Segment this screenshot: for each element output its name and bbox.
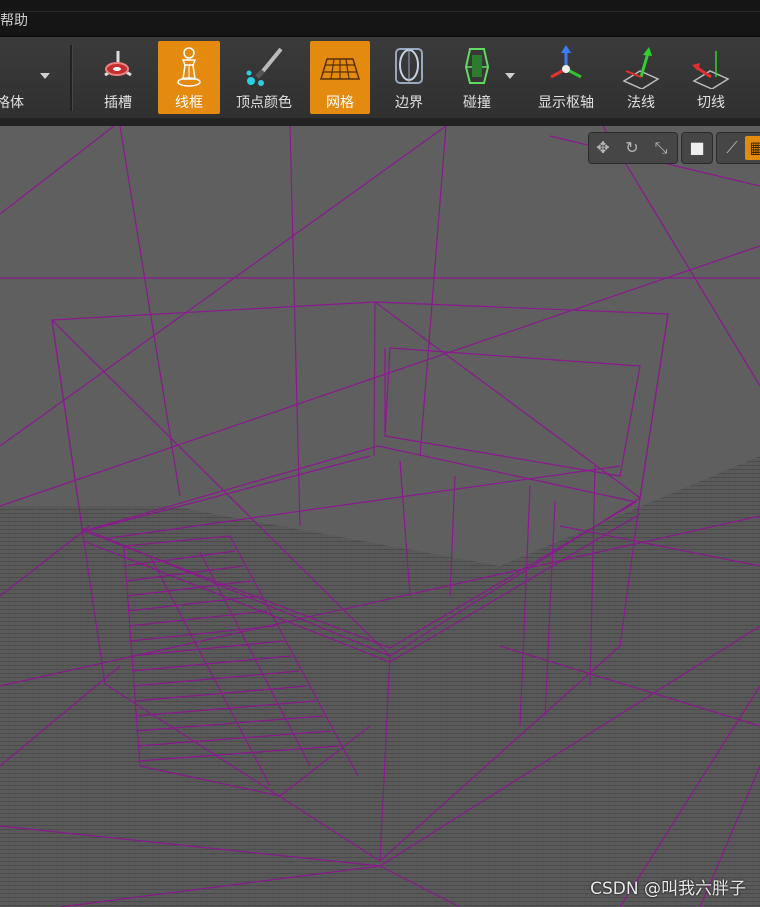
bounds-icon [395,48,423,84]
menu-bar: 帮助 [0,0,760,37]
toolbar-item-mesh-label: 格体 [0,95,24,111]
rotate-icon[interactable]: ↻ [620,136,644,160]
collision-button[interactable]: 碰撞 [446,41,508,114]
bounds-button[interactable]: 边界 [378,41,440,114]
overflow-tool-button[interactable] [748,41,760,114]
wireframe-label: 线框 [175,95,203,111]
wireframe-pawn-icon [177,47,201,87]
collision-icon [464,48,490,84]
snap-controls: ⟋ ▦ [716,132,760,164]
vertex-color-button[interactable]: 顶点颜色 [232,41,296,114]
grid-button[interactable]: 网格 [310,41,370,114]
view-mode-control: ■ [681,132,713,164]
socket-icon [104,51,132,77]
transform-tools: ✥ ↻ ⤡ [588,132,678,164]
tangents-label: 切线 [697,95,725,111]
translate-icon[interactable]: ✥ [591,136,615,160]
scale-icon[interactable]: ⤡ [649,136,673,160]
pivot-axes-icon [550,45,582,79]
viewport[interactable]: ✥ ↻ ⤡ ■ ⟋ ▦ CSDN @叫我六胖子 [0,126,760,907]
grid-snap-icon[interactable]: ▦ [745,136,760,160]
grid-icon [319,58,361,80]
wireframe-button[interactable]: 线框 [158,41,220,114]
wireframe-scene [0,126,760,907]
normals-icon [622,47,660,89]
normals-button[interactable]: 法线 [610,41,672,114]
chevron-down-icon[interactable] [40,73,50,79]
menu-help[interactable]: 帮助 [0,10,28,30]
chevron-down-icon[interactable] [505,73,515,79]
vertex-color-brush-icon [246,47,283,86]
vertex-color-label: 顶点颜色 [236,95,292,111]
collision-label: 碰撞 [463,95,491,111]
surface-snap-icon[interactable]: ⟋ [720,136,744,160]
show-pivot-label: 显示枢轴 [538,95,594,111]
perspective-cube-icon[interactable]: ■ [685,136,709,160]
menu-divider [0,11,760,12]
watermark: CSDN @叫我六胖子 [590,879,746,899]
socket-label: 插槽 [104,95,132,111]
tangents-button[interactable]: 切线 [680,41,742,114]
normals-label: 法线 [627,95,655,111]
tangents-icon [692,51,730,89]
toolbar-separator [70,45,73,111]
show-pivot-button[interactable]: 显示枢轴 [532,41,600,114]
toolbar-bottom-border [0,118,760,126]
bounds-label: 边界 [395,95,423,111]
viewport-toolbar: 格体 插槽 线框 顶点颜色 网格 边界 碰撞 显示枢轴 法线 切线 [0,37,760,119]
socket-button[interactable]: 插槽 [87,41,149,114]
grid-label: 网格 [326,95,354,111]
